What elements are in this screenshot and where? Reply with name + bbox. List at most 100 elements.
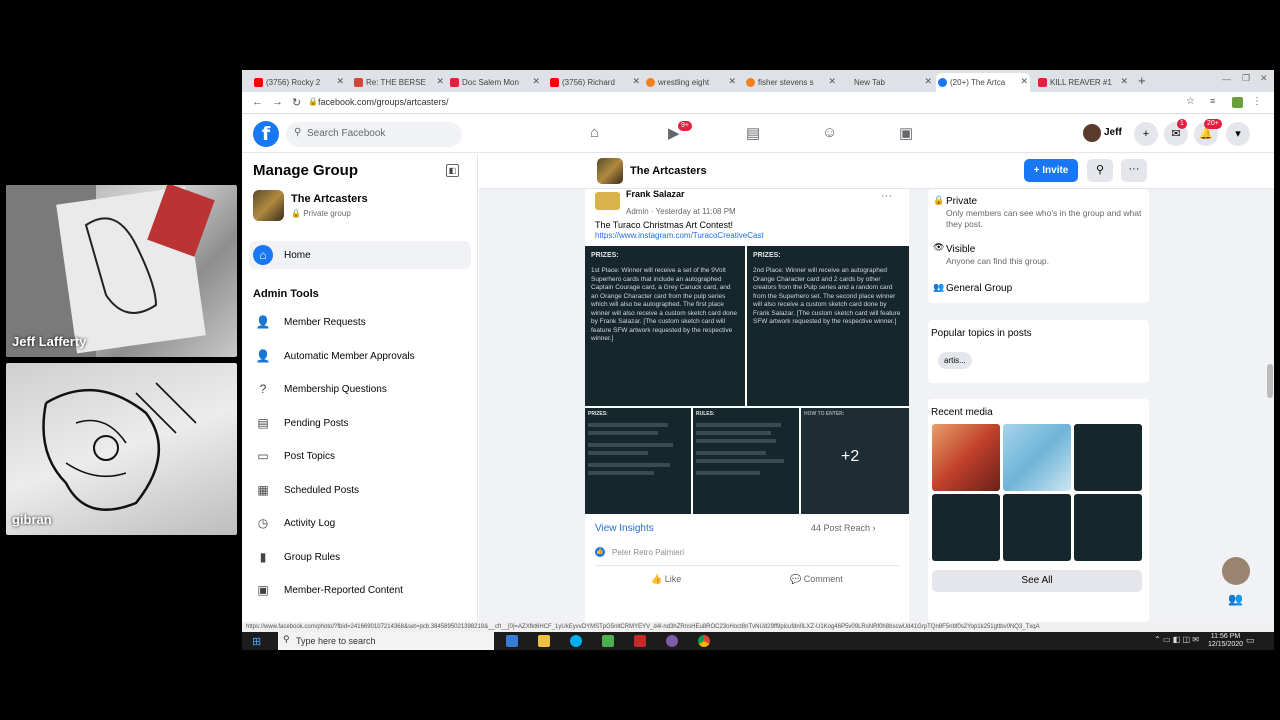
browser-tab[interactable]: wrestling eight ✕: [644, 73, 738, 92]
steam-icon[interactable]: [506, 635, 518, 647]
skype-icon[interactable]: [570, 635, 582, 647]
notification-center-icon[interactable]: ▭: [1246, 635, 1255, 646]
close-icon[interactable]: ✕: [728, 76, 736, 87]
facebook-logo-icon[interactable]: f: [253, 121, 279, 147]
image-heading: RULES:: [696, 411, 715, 417]
close-icon[interactable]: ✕: [532, 76, 540, 87]
group-type: General Group: [946, 283, 1013, 294]
star-icon[interactable]: ☆: [1186, 96, 1195, 107]
maximize-icon[interactable]: ❐: [1242, 73, 1250, 84]
close-icon[interactable]: ✕: [436, 76, 444, 87]
close-icon[interactable]: ✕: [924, 76, 932, 87]
extension-icon[interactable]: [1232, 97, 1243, 108]
gaming-icon[interactable]: ▣: [899, 124, 913, 142]
url-field[interactable]: facebook.com/groups/artcasters/: [318, 97, 449, 107]
reactor-name[interactable]: Peter Retro Palmieri: [612, 548, 684, 557]
site-icon: [1038, 78, 1047, 87]
post-image-thumb-2[interactable]: RULES:: [693, 408, 799, 514]
author-avatar[interactable]: [595, 192, 620, 210]
post-image-thumb-more[interactable]: HOW TO ENTER: +2: [801, 408, 909, 514]
playlist-icon[interactable]: ≡: [1210, 96, 1215, 106]
group-name[interactable]: The Artcasters: [291, 193, 368, 205]
close-icon[interactable]: ✕: [336, 76, 344, 87]
reload-icon[interactable]: ↻: [292, 96, 301, 109]
group-avatar[interactable]: [597, 158, 623, 184]
invite-button[interactable]: + Invite: [1024, 159, 1078, 182]
more-icon[interactable]: ···: [1121, 159, 1147, 182]
create-icon[interactable]: +: [1134, 122, 1158, 146]
app-icon[interactable]: [634, 635, 646, 647]
minecraft-icon[interactable]: [602, 635, 614, 647]
sidebar-item-reported-content[interactable]: ▣ Member-Reported Content: [253, 577, 471, 603]
taskbar-search-input[interactable]: ⚲ Type here to search: [278, 632, 494, 650]
media-thumb[interactable]: [932, 424, 1000, 491]
sidebar-item-member-requests[interactable]: 👤 Member Requests: [253, 309, 471, 335]
new-tab-icon[interactable]: +: [1138, 73, 1146, 88]
like-button[interactable]: 👍 Like: [651, 574, 681, 585]
post-link[interactable]: https://www.instagram.com/TuracoCreative…: [595, 231, 764, 240]
media-thumb[interactable]: [932, 494, 1000, 561]
account-menu-icon[interactable]: ▾: [1226, 122, 1250, 146]
browser-tab[interactable]: Doc Salem Mon ✕: [448, 73, 542, 92]
system-tray-icons[interactable]: ⌃ ▭ ◧ ◫ ✉: [1154, 635, 1199, 644]
browser-tab[interactable]: (3756) Richard ✕: [548, 73, 642, 92]
post-author[interactable]: Frank Salazar: [626, 189, 685, 199]
view-insights-link[interactable]: View Insights: [595, 523, 654, 534]
media-thumb[interactable]: [1003, 494, 1071, 561]
browser-tab[interactable]: (3756) Rocky 2 ✕: [252, 73, 346, 92]
post-image-prizes-1[interactable]: PRIZES: 1st Place: Winner will receive a…: [585, 246, 745, 406]
user-name[interactable]: Jeff: [1104, 127, 1122, 138]
browser-tab[interactable]: Re: THE BERSE ✕: [352, 73, 446, 92]
search-icon[interactable]: ⚲: [1087, 159, 1113, 182]
forward-icon[interactable]: →: [272, 96, 283, 108]
minimize-icon[interactable]: —: [1222, 74, 1231, 84]
media-thumb[interactable]: [1074, 494, 1142, 561]
post-reach[interactable]: 44 Post Reach ›: [811, 523, 876, 533]
post-image-prizes-2[interactable]: PRIZES: 2nd Place: Winner will receive a…: [747, 246, 909, 406]
browser-tab-active[interactable]: (20+) The Artca ✕: [936, 73, 1030, 92]
chat-avatar[interactable]: [1222, 557, 1250, 585]
group-type-icon: 👥: [933, 282, 945, 292]
browser-tab[interactable]: KILL REAVER #1 ✕: [1036, 73, 1130, 92]
post-image-thumb-1[interactable]: PRIZES:: [585, 408, 691, 514]
browser-tab[interactable]: New Tab ✕: [840, 73, 934, 92]
menu-icon[interactable]: ⋮: [1252, 96, 1262, 107]
chrome-icon[interactable]: [698, 635, 710, 647]
close-icon[interactable]: ✕: [828, 76, 836, 87]
sidebar-item-home[interactable]: ⌂ Home: [249, 241, 471, 269]
file-explorer-icon[interactable]: [538, 635, 550, 647]
group-post: Frank Salazar Admin · Yesterday at 11:08…: [585, 189, 909, 622]
sidebar-item-pending-posts[interactable]: ▤ Pending Posts: [253, 410, 471, 436]
new-chat-icon[interactable]: 👥: [1228, 592, 1243, 606]
clock[interactable]: 11:56 PM 12/15/2020: [1208, 633, 1243, 649]
sidebar-item-activity-log[interactable]: ◷ Activity Log: [253, 510, 471, 536]
back-icon[interactable]: ←: [252, 96, 263, 108]
scrollbar[interactable]: [1267, 364, 1273, 398]
marketplace-icon[interactable]: ▤: [746, 124, 760, 142]
media-thumb[interactable]: [1003, 424, 1071, 491]
collapse-sidebar-icon[interactable]: ◧: [446, 164, 459, 177]
sidebar-item-group-rules[interactable]: ▮ Group Rules: [253, 544, 471, 570]
avatar[interactable]: [1083, 124, 1101, 142]
group-avatar[interactable]: [253, 190, 284, 221]
close-icon[interactable]: ✕: [632, 76, 640, 87]
home-icon[interactable]: ⌂: [590, 124, 599, 141]
see-all-button[interactable]: See All: [932, 570, 1142, 592]
close-icon[interactable]: ✕: [1020, 76, 1028, 87]
post-options-icon[interactable]: ···: [881, 190, 892, 202]
sidebar-item-auto-approvals[interactable]: 👤 Automatic Member Approvals: [253, 343, 471, 369]
close-window-icon[interactable]: ✕: [1260, 73, 1268, 84]
topic-chip[interactable]: artis...: [938, 352, 972, 369]
sidebar-item-scheduled-posts[interactable]: ▦ Scheduled Posts: [253, 477, 471, 503]
sidebar-item-membership-questions[interactable]: ? Membership Questions: [253, 376, 471, 402]
media-thumb[interactable]: [1074, 424, 1142, 491]
obs-icon[interactable]: [666, 635, 678, 647]
groups-icon[interactable]: ☺: [822, 124, 837, 141]
group-name[interactable]: The Artcasters: [630, 165, 707, 177]
comment-button[interactable]: 💬 Comment: [790, 574, 843, 585]
search-input[interactable]: ⚲ Search Facebook: [286, 122, 462, 147]
windows-start-icon[interactable]: ⊞: [252, 635, 261, 648]
close-icon[interactable]: ✕: [1120, 76, 1128, 87]
browser-tab[interactable]: fisher stevens s ✕: [744, 73, 838, 92]
sidebar-item-post-topics[interactable]: ▭ Post Topics: [253, 443, 471, 469]
